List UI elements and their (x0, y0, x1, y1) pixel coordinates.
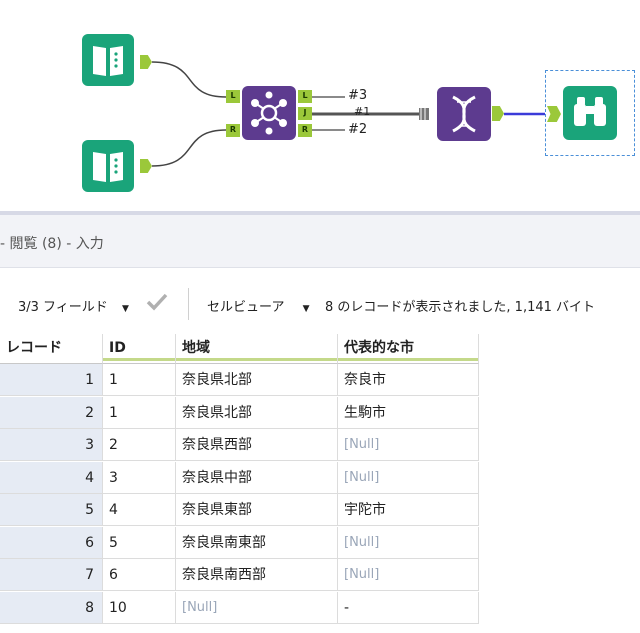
join-join-output-anchor[interactable]: J (298, 107, 312, 120)
column-header-id[interactable]: ID (103, 334, 176, 364)
chevron-down-icon: ▼ (302, 304, 310, 314)
row-number-cell: 7 (0, 559, 103, 591)
join-left-input-anchor[interactable]: L (226, 90, 240, 103)
city-cell[interactable]: [Null] (338, 429, 479, 461)
region-cell[interactable]: 奈良県北部 (176, 396, 338, 429)
wire-input2-join[interactable] (151, 129, 227, 167)
column-header-record[interactable]: レコード (0, 334, 103, 364)
input-data-tool-1[interactable] (82, 34, 134, 86)
connection-label-left: #3 (348, 88, 368, 103)
id-cell[interactable]: 5 (103, 526, 176, 559)
city-cell[interactable]: 宇陀市 (338, 494, 479, 526)
column-header-region[interactable]: 地域 (176, 334, 338, 364)
wire-input1-join[interactable] (151, 61, 227, 98)
input-data-tool-2[interactable] (82, 140, 134, 192)
results-toolbar: 3/3 フィールド ▼ セルビューア ▼ 8 のレコードが表示されました, 1,… (0, 268, 640, 334)
id-cell[interactable]: 10 (103, 591, 176, 624)
book-icon (93, 152, 123, 182)
column-header-city[interactable]: 代表的な市 (338, 334, 479, 364)
toolbar-separator (188, 288, 189, 320)
row-number-cell: 8 (0, 591, 103, 624)
region-cell[interactable]: 奈良県北部 (176, 364, 338, 396)
id-cell[interactable]: 4 (103, 494, 176, 526)
checkmark-icon[interactable] (146, 292, 168, 316)
connection-label-join: #1 (354, 105, 371, 118)
city-cell[interactable]: [Null] (338, 559, 479, 591)
workflow-canvas[interactable]: L R L J R #3 #1 #2 (0, 0, 640, 212)
connection-label-right: #2 (348, 122, 368, 137)
join-right-input-anchor[interactable]: R (226, 124, 240, 137)
region-cell[interactable]: 奈良県東部 (176, 494, 338, 526)
binoculars-icon (574, 97, 606, 126)
region-cell[interactable]: 奈良県中部 (176, 461, 338, 494)
browse-tool[interactable] (563, 86, 617, 140)
id-cell[interactable]: 1 (103, 396, 176, 429)
id-cell[interactable]: 3 (103, 461, 176, 494)
id-cell[interactable]: 6 (103, 559, 176, 591)
row-number-cell: 4 (0, 461, 103, 494)
view-mode-selector[interactable]: セルビューア ▼ (207, 296, 310, 315)
id-cell[interactable]: 2 (103, 429, 176, 461)
city-cell[interactable]: [Null] (338, 526, 479, 559)
region-cell[interactable]: [Null] (176, 591, 338, 624)
join-network-icon (251, 91, 287, 135)
dna-tool[interactable] (437, 87, 491, 141)
region-cell[interactable]: 奈良県南西部 (176, 559, 338, 591)
field-selector[interactable]: 3/3 フィールド ▼ (18, 296, 129, 315)
row-number-cell: 2 (0, 396, 103, 429)
city-cell[interactable]: [Null] (338, 461, 479, 494)
id-cell[interactable]: 1 (103, 364, 176, 396)
book-icon (93, 46, 123, 76)
record-status: 8 のレコードが表示されました, 1,141 バイト (325, 300, 596, 315)
dna-icon (452, 95, 476, 133)
view-mode-label: セルビューア (207, 300, 285, 315)
row-number-cell: 5 (0, 494, 103, 526)
city-cell[interactable]: 奈良市 (338, 364, 479, 396)
city-cell[interactable]: - (338, 591, 479, 624)
row-number-cell: 3 (0, 429, 103, 461)
region-cell[interactable]: 奈良県南東部 (176, 526, 338, 559)
region-cell[interactable]: 奈良県西部 (176, 429, 338, 461)
field-count-label: 3/3 フィールド (18, 300, 108, 315)
chevron-down-icon: ▼ (121, 304, 129, 314)
join-left-output-anchor[interactable]: L (298, 90, 312, 103)
join-tool[interactable] (242, 86, 296, 140)
city-cell[interactable]: 生駒市 (338, 396, 479, 429)
results-title: - 閲覧 (8) - 入力 (0, 236, 104, 252)
row-number-cell: 6 (0, 526, 103, 559)
row-number-cell: 1 (0, 364, 103, 396)
results-header: - 閲覧 (8) - 入力 (0, 215, 640, 268)
join-right-output-anchor[interactable]: R (298, 124, 312, 137)
